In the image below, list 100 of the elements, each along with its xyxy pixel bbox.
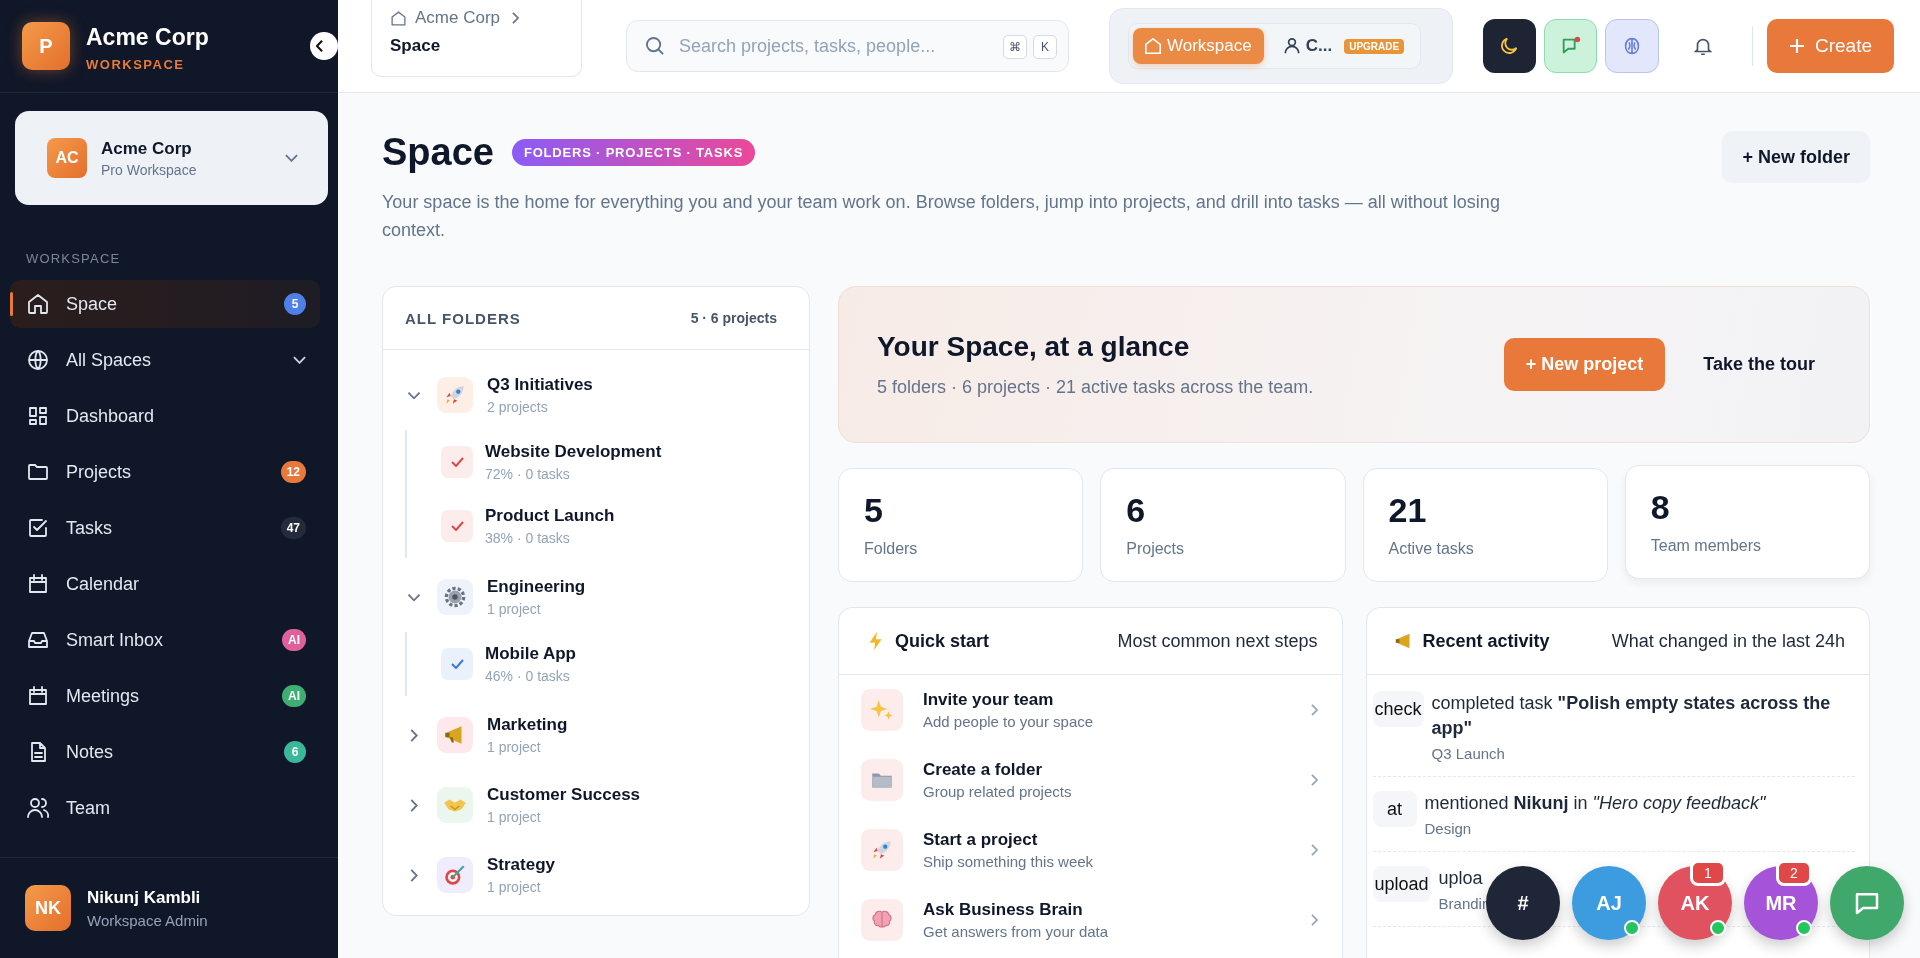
project-item[interactable]: Mobile App 46% · 0 tasks	[441, 632, 809, 696]
nav-label: Calendar	[66, 573, 140, 595]
chevron-icon[interactable]	[407, 593, 421, 601]
folder-meta: 1 project	[487, 809, 542, 825]
chevron-icon[interactable]	[410, 868, 418, 882]
activity-icon-label: upload	[1372, 866, 1431, 902]
project-meta: 46% · 0 tasks	[485, 668, 571, 684]
project-meta: 72% · 0 tasks	[485, 466, 571, 482]
chevron-right-icon	[1310, 844, 1318, 856]
section-tag: FOLDERS · PROJECTS · TASKS	[511, 139, 756, 166]
section-label: WORKSPACE	[26, 251, 122, 266]
panel-title: Quick start	[895, 630, 990, 652]
chevron-right-icon	[1310, 914, 1318, 926]
activity-text: mentioned Nikunj in "Hero copy feedback"	[1424, 792, 1766, 815]
collapse-button[interactable]	[310, 32, 338, 60]
nav-item[interactable]: Calendar	[10, 560, 320, 608]
page-description: Your space is the home for everything you and your team work on. Browse folders, jump into projects, and drill into tasks — all without losing context.	[382, 191, 1501, 242]
folder-meta: 1 project	[487, 601, 542, 617]
panel-subtitle: What changed in the last 24h	[1611, 630, 1845, 652]
chat-icon[interactable]	[1544, 19, 1598, 73]
nav-label: Notes	[66, 741, 114, 763]
keyboard-key: K	[1033, 35, 1057, 59]
folder-meta: 2 projects	[487, 399, 549, 415]
item-title: Start a project	[923, 830, 1039, 850]
item-description: Group related projects	[923, 783, 1073, 800]
stat-value: 8	[1650, 488, 1671, 527]
chevron-icon[interactable]	[410, 728, 418, 742]
project-name: Website Development	[485, 442, 662, 462]
folder-item[interactable]: Strategy 1 project	[405, 840, 809, 910]
nav-item[interactable]: Dashboard	[10, 392, 320, 440]
breadcrumb-current: Space	[390, 36, 442, 56]
item-description: Ship something this week	[923, 853, 1095, 870]
folder-item[interactable]: Marketing 1 project	[405, 700, 809, 770]
project-name: Product Launch	[485, 506, 615, 526]
chat-icon[interactable]	[1830, 866, 1904, 940]
folder-item[interactable]: Customer Success 1 project	[405, 770, 809, 840]
count-badge: 47	[280, 517, 306, 539]
home-icon	[390, 9, 407, 27]
count-badge: 12	[280, 461, 306, 483]
activity-text: completed task "Polish empty states across the app"	[1431, 692, 1832, 740]
nav-item[interactable]: Smart Inbox AI	[10, 616, 320, 664]
workspace-switcher[interactable]: AC Acme Corp Pro Workspace	[15, 111, 328, 205]
project-item[interactable]: Website Development 72% · 0 tasks	[441, 430, 809, 494]
folder-item[interactable]: Engineering 1 project	[405, 562, 809, 632]
page-title: Space	[382, 131, 494, 174]
quick-start-item[interactable]: Start a project Ship something this week	[839, 815, 1342, 885]
user-name: Nikunj Kambli	[87, 887, 202, 908]
quick-start-item[interactable]: Ask Business Brain Get answers from your data	[839, 885, 1342, 955]
chevron-down-icon	[293, 356, 306, 364]
checkbox-icon	[26, 516, 50, 540]
count-badge: AI	[282, 685, 306, 707]
activity-icon-label: at	[1372, 791, 1417, 827]
folder-name: Q3 Initiatives	[487, 375, 593, 395]
folder-item[interactable]: Q3 Initiatives 2 projects	[405, 360, 809, 430]
hero-title: Your Space, at a glance	[877, 331, 1191, 363]
tour-button[interactable]: Take the tour	[1697, 353, 1821, 376]
project-item[interactable]: Product Launch 38% · 0 tasks	[441, 494, 809, 558]
hero-subtitle: 5 folders · 6 projects · 21 active tasks across the team.	[877, 377, 1314, 398]
moon-icon[interactable]	[1482, 19, 1537, 73]
nav-item[interactable]: All Spaces	[10, 336, 320, 384]
upgrade-badge: UPGRADE	[1344, 38, 1405, 54]
nav-item[interactable]: Meetings AI	[10, 672, 320, 720]
calendar-icon	[26, 572, 50, 596]
nav-label: Tasks	[66, 517, 112, 539]
quick-start-item[interactable]: Invite your team Add people to your space	[839, 675, 1342, 745]
nav-label: Dashboard	[66, 405, 155, 427]
workspace-avatar: AC	[47, 138, 87, 178]
activity-meta: Design	[1424, 820, 1473, 837]
chevron-down-icon	[285, 154, 298, 162]
panel-subtitle: Most common next steps	[1117, 630, 1318, 652]
stat-value: 6	[1126, 491, 1147, 530]
nav-item[interactable]: Projects 12	[10, 448, 320, 496]
user-role: Workspace Admin	[87, 911, 208, 929]
folder-meta: 1 project	[487, 879, 542, 895]
nav-label: All Spaces	[66, 349, 152, 371]
chevron-icon[interactable]	[407, 391, 421, 399]
nav-item[interactable]: Space 5	[10, 280, 320, 328]
nav-item[interactable]: Tasks 47	[10, 504, 320, 552]
folder-count: 5 · 6 projects	[690, 310, 777, 326]
new-folder-button[interactable]: + New folder	[1722, 131, 1870, 183]
activity-meta: Q3 Launch	[1431, 745, 1506, 762]
stat-label: Active tasks	[1388, 540, 1475, 558]
stat-label: Team members	[1650, 537, 1762, 555]
nav-item[interactable]: Notes 6	[10, 728, 320, 776]
folder-name: Marketing	[487, 715, 568, 735]
chevron-icon[interactable]	[410, 798, 418, 812]
search-icon	[646, 37, 664, 55]
quick-start-item[interactable]: Create a folder Group related projects	[839, 745, 1342, 815]
project-meta: 38% · 0 tasks	[485, 530, 571, 546]
nav-item[interactable]: Team	[10, 784, 320, 832]
nav-label: Projects	[66, 461, 132, 483]
panel-title: ALL FOLDERS	[405, 309, 521, 327]
activity-icon-label: check	[1372, 691, 1424, 727]
dashboard-icon	[26, 404, 50, 428]
folder-name: Engineering	[487, 577, 586, 597]
count-badge: AI	[282, 629, 306, 651]
breadcrumb-link[interactable]: Acme Corp	[415, 8, 501, 28]
stat-label: Projects	[1126, 540, 1186, 558]
panel-title: Recent activity	[1422, 630, 1550, 652]
mode-tab[interactable]: C... UPGRADE	[1271, 28, 1417, 64]
